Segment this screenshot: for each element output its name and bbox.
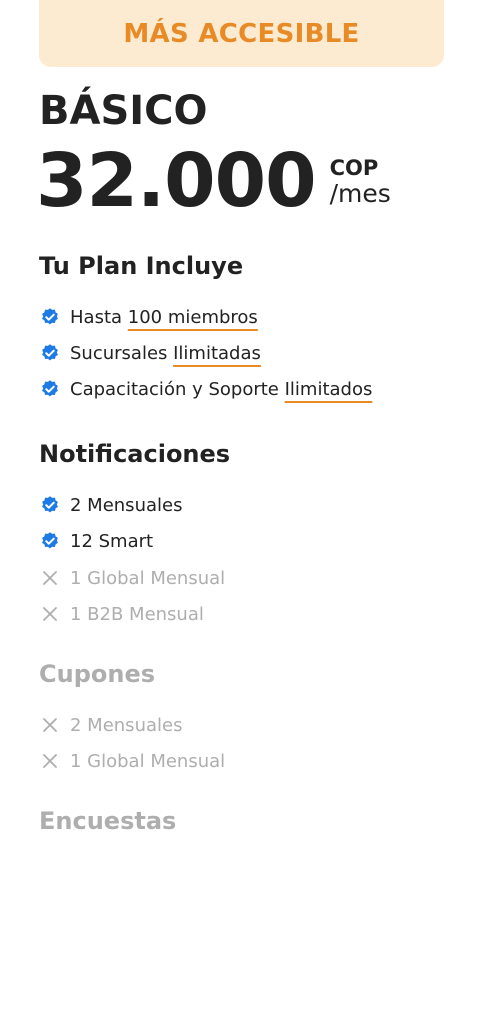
feature-prefix: Capacitación y Soporte <box>70 378 285 400</box>
verified-check-icon <box>39 378 61 400</box>
feature-label: 1 Global Mensual <box>70 750 226 772</box>
feature-item: Sucursales Ilimitadas <box>39 341 261 365</box>
section-title-coupons: Cupones <box>39 660 156 688</box>
feature-highlight: 100 miembros <box>127 306 258 328</box>
verified-check-icon <box>39 342 61 364</box>
price-meta: COP /mes <box>330 156 391 208</box>
x-icon <box>39 750 61 772</box>
feature-item: 1 B2B Mensual <box>39 602 204 626</box>
section-title-plan: Tu Plan Incluye <box>39 252 244 280</box>
plan-badge: MÁS ACCESIBLE <box>39 0 444 67</box>
verified-check-icon <box>39 530 61 552</box>
feature-label: 12 Smart <box>70 530 154 552</box>
feature-highlight: Ilimitadas <box>173 342 261 364</box>
section-title-notifications: Notificaciones <box>39 440 231 468</box>
plan-name: BÁSICO <box>39 88 208 134</box>
x-icon <box>39 714 61 736</box>
feature-item: 12 Smart <box>39 529 153 553</box>
feature-item: 2 Mensuales <box>39 493 182 517</box>
feature-prefix: Sucursales <box>70 342 174 364</box>
feature-label: 1 Global Mensual <box>70 567 226 589</box>
feature-label: 2 Mensuales <box>70 494 183 516</box>
x-icon <box>39 603 61 625</box>
plan-price: 32.000 <box>36 138 317 224</box>
feature-item: Hasta 100 miembros <box>39 305 258 329</box>
price-block: 32.000 COP /mes <box>36 138 391 224</box>
price-period: /mes <box>329 179 391 208</box>
feature-label: 1 B2B Mensual <box>70 603 204 625</box>
feature-highlight: Ilimitados <box>284 378 373 400</box>
verified-check-icon <box>39 494 61 516</box>
badge-label: MÁS ACCESIBLE <box>123 18 360 49</box>
feature-item: Capacitación y Soporte Ilimitados <box>39 377 372 401</box>
price-currency: COP <box>329 156 379 180</box>
feature-prefix: Hasta <box>70 306 128 328</box>
section-title-surveys: Encuestas <box>39 807 177 835</box>
x-icon <box>39 567 61 589</box>
feature-item: 1 Global Mensual <box>39 566 225 590</box>
feature-item: 1 Global Mensual <box>39 749 225 773</box>
verified-check-icon <box>39 306 61 328</box>
feature-label: 2 Mensuales <box>70 714 183 736</box>
feature-item: 2 Mensuales <box>39 713 182 737</box>
